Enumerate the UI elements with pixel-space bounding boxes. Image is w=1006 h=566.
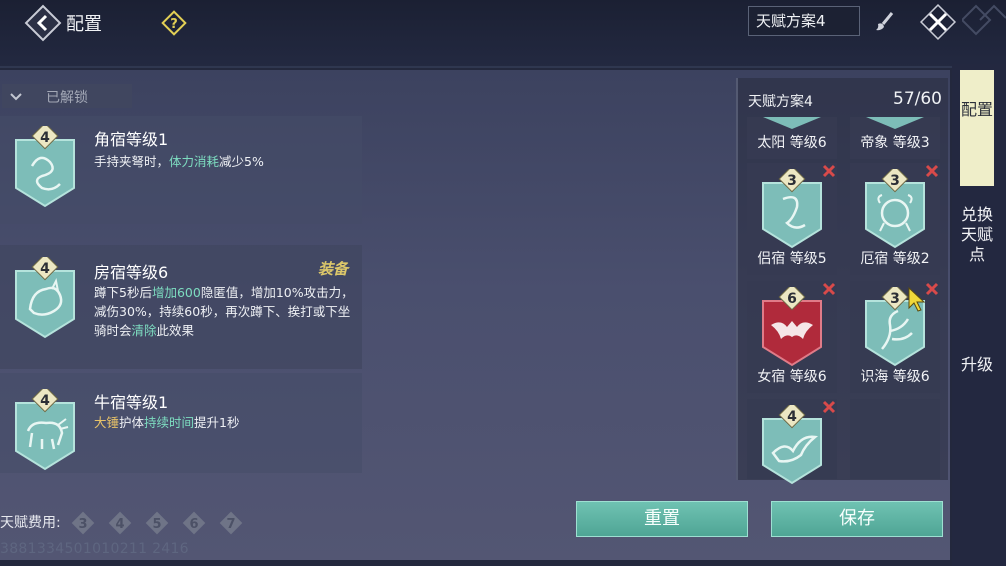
remove-icon[interactable]	[821, 399, 837, 415]
cost-filter-4[interactable]: 4	[107, 510, 133, 536]
svg-text:6: 6	[189, 517, 198, 532]
back-icon	[24, 4, 62, 42]
svg-text:3: 3	[78, 517, 87, 532]
brush-icon	[876, 12, 894, 31]
svg-text:3: 3	[890, 173, 900, 189]
serpent-talent-icon: 4	[15, 126, 75, 208]
svg-text:4: 4	[40, 261, 50, 277]
svg-text:6: 6	[787, 291, 797, 307]
unlocked-filter[interactable]: 已解锁	[2, 84, 132, 108]
talent-name: 角宿等级1	[94, 130, 169, 149]
talent-card-equipped[interactable]: 4 房宿等级6 蹲下5秒后增加600隐匿值，增加10%攻击力，减伤30%，持续6…	[0, 245, 362, 369]
talent-card[interactable]: 4 角宿等级1 手持夹弩时，体力消耗减少5%	[0, 116, 362, 224]
scheme-name: 天赋方案4	[748, 94, 813, 110]
remove-icon[interactable]	[821, 163, 837, 179]
remove-icon[interactable]	[821, 281, 837, 297]
unlocked-label: 已解锁	[46, 90, 88, 106]
cost-filter-7[interactable]: 7	[218, 510, 244, 536]
scheme-slot[interactable]: 6 女宿 等级6	[747, 281, 837, 393]
snake-talent-icon: 3	[762, 169, 822, 249]
scheme-slot-count: 57/60	[893, 89, 942, 109]
chevron-down-icon	[10, 93, 22, 101]
save-button[interactable]: 保存	[771, 501, 943, 537]
ox-talent-icon: 4	[15, 389, 75, 471]
scheme-slot[interactable]: 3 侣宿 等级5	[747, 163, 837, 275]
tab-configure[interactable]: 配置	[960, 70, 994, 186]
elephant-talent-icon	[866, 117, 924, 129]
svg-text:?: ?	[170, 17, 178, 32]
cost-filter-5[interactable]: 5	[144, 510, 170, 536]
corner-ornament	[960, 0, 1006, 40]
scheme-slot[interactable]: 帝象 等级3	[850, 117, 940, 159]
reset-button[interactable]: 重置	[576, 501, 748, 537]
help-icon: ?	[161, 10, 187, 36]
scheme-slot[interactable]: 4	[747, 399, 837, 485]
back-button[interactable]	[24, 4, 62, 42]
talent-name: 房宿等级6	[94, 263, 169, 282]
close-button[interactable]	[918, 2, 958, 42]
slot-label: 侣宿 等级5	[757, 251, 827, 267]
sun-talent-icon	[763, 117, 821, 129]
svg-text:4: 4	[40, 130, 50, 146]
svg-text:7: 7	[226, 517, 235, 532]
help-button[interactable]: ?	[161, 10, 187, 36]
bird-talent-icon: 4	[762, 405, 822, 485]
svg-text:3: 3	[890, 291, 900, 307]
talent-description: 大锤护体持续时间提升1秒	[94, 415, 240, 430]
pointer-cursor-icon	[908, 286, 926, 312]
svg-text:4: 4	[787, 409, 797, 425]
cost-filter-3[interactable]: 3	[70, 510, 96, 536]
scheme-slot[interactable]: 太阳 等级6	[747, 117, 837, 159]
talent-cost-label: 天赋费用:	[0, 515, 61, 531]
talent-description: 蹲下5秒后增加600隐匿值，增加10%攻击力，减伤30%，持续60秒，再次蹲下、…	[94, 285, 354, 338]
slot-label: 厄宿 等级2	[860, 251, 930, 267]
equipped-badge: 装备	[318, 260, 349, 278]
scheme-name-field[interactable]: 天赋方案4	[748, 6, 860, 36]
cost-filter-6[interactable]: 6	[181, 510, 207, 536]
talent-description: 手持夹弩时，体力消耗减少5%	[94, 154, 264, 169]
talent-name: 牛宿等级1	[94, 393, 169, 412]
svg-text:5: 5	[152, 517, 161, 532]
scheme-slot[interactable]: 3 厄宿 等级2	[850, 163, 940, 275]
slot-label: 识海 等级6	[860, 369, 930, 385]
remove-icon[interactable]	[924, 163, 940, 179]
slot-label: 女宿 等级6	[757, 369, 827, 385]
beast-talent-icon: 3	[865, 169, 925, 249]
slot-label: 太阳 等级6	[757, 135, 827, 151]
svg-text:4: 4	[115, 517, 124, 532]
bat-talent-icon: 6	[762, 287, 822, 367]
rename-button[interactable]	[873, 10, 897, 34]
slot-label: 帝象 等级3	[860, 135, 930, 151]
close-icon	[919, 3, 957, 41]
svg-text:3: 3	[787, 173, 797, 189]
svg-text:4: 4	[40, 393, 50, 409]
empty-scheme-slot[interactable]	[850, 399, 940, 479]
tab-upgrade[interactable]: 升级	[960, 355, 994, 375]
page-title: 配置	[66, 14, 102, 35]
talent-card[interactable]: 4 牛宿等级1 大锤护体持续时间提升1秒	[0, 373, 362, 473]
tab-exchange-points[interactable]: 兑换天赋点	[960, 205, 994, 265]
player-uid: 3881334501010211 2416	[0, 541, 189, 557]
fox-talent-icon: 4	[15, 257, 75, 339]
